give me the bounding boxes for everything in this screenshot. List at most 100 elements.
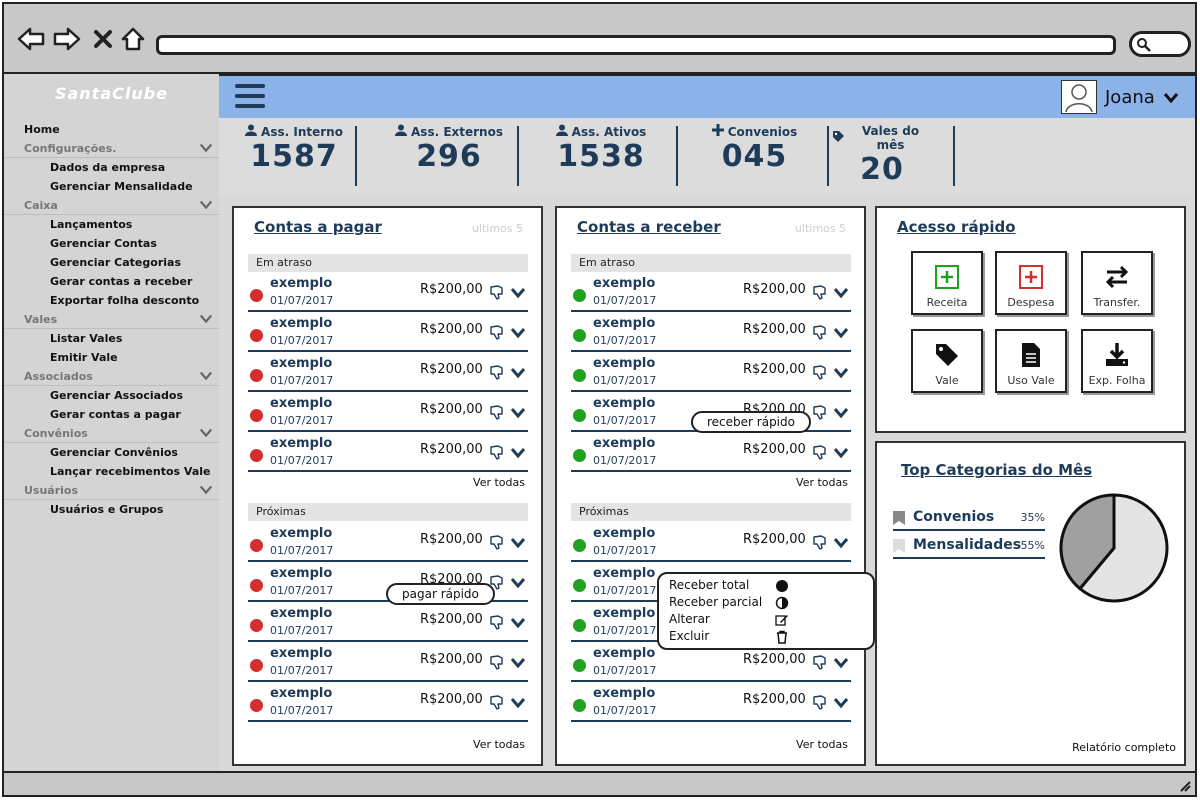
- item-name[interactable]: exemplo: [270, 436, 332, 451]
- chevron-down-icon[interactable]: [199, 426, 213, 440]
- thumbs-down-icon[interactable]: [811, 444, 827, 460]
- sidebar-item[interactable]: Emitir Vale: [4, 348, 219, 367]
- chevron-down-icon[interactable]: [833, 446, 849, 460]
- item-name[interactable]: exemplo: [593, 356, 655, 371]
- sidebar-item[interactable]: Lançar recebimentos Vale: [4, 462, 219, 481]
- avatar[interactable]: [1061, 80, 1097, 114]
- thumbs-down-icon[interactable]: [488, 654, 504, 670]
- list-item[interactable]: exemplo 01/07/2017 R$200,00: [248, 684, 528, 722]
- quick-access-button[interactable]: Exp. Folha: [1081, 329, 1153, 393]
- menu-item[interactable]: Receber parcial: [669, 595, 762, 609]
- thumbs-down-icon[interactable]: [811, 324, 827, 340]
- item-name[interactable]: exemplo: [593, 566, 655, 581]
- list-item[interactable]: exemplo 01/07/2017 R$200,00: [248, 524, 528, 562]
- menu-item[interactable]: Alterar: [669, 612, 710, 626]
- sidebar-item[interactable]: Gerenciar Categorias: [4, 253, 219, 272]
- resize-grip-icon[interactable]: [1177, 778, 1191, 792]
- chevron-down-icon[interactable]: [833, 366, 849, 380]
- quick-access-button[interactable]: Vale: [911, 329, 983, 393]
- thumbs-down-icon[interactable]: [488, 364, 504, 380]
- item-name[interactable]: exemplo: [270, 526, 332, 541]
- chevron-down-icon[interactable]: [1163, 91, 1179, 105]
- sidebar-item[interactable]: Gerenciar Associados: [4, 386, 219, 405]
- thumbs-down-icon[interactable]: [811, 694, 827, 710]
- thumbs-down-icon[interactable]: [811, 534, 827, 550]
- chevron-down-icon[interactable]: [833, 326, 849, 340]
- quick-access-button[interactable]: Receita: [911, 251, 983, 315]
- list-item[interactable]: exemplo 01/07/2017 R$200,00: [571, 314, 851, 352]
- sidebar-item[interactable]: Listar Vales: [4, 329, 219, 348]
- list-item[interactable]: exemplo 01/07/2017 R$200,00: [571, 684, 851, 722]
- forward-icon[interactable]: [52, 24, 82, 54]
- item-name[interactable]: exemplo: [593, 686, 655, 701]
- thumbs-down-icon[interactable]: [811, 654, 827, 670]
- list-item[interactable]: exemplo 01/07/2017 R$200,00: [248, 604, 528, 642]
- sidebar-item[interactable]: Usuários e Grupos: [4, 500, 219, 519]
- thumbs-down-icon[interactable]: [488, 324, 504, 340]
- thumbs-down-icon[interactable]: [488, 284, 504, 300]
- see-all-link[interactable]: Ver todas: [796, 476, 848, 489]
- chevron-down-icon[interactable]: [510, 446, 526, 460]
- sidebar-item[interactable]: Gerar contas a pagar: [4, 405, 219, 424]
- item-name[interactable]: exemplo: [270, 606, 332, 621]
- item-name[interactable]: exemplo: [270, 566, 332, 581]
- list-item[interactable]: exemplo 01/07/2017 R$200,00: [571, 354, 851, 392]
- sidebar-item[interactable]: Gerenciar Mensalidade: [4, 177, 219, 196]
- panel-title[interactable]: Contas a receber: [577, 218, 721, 236]
- thumbs-down-icon[interactable]: [488, 534, 504, 550]
- item-name[interactable]: exemplo: [593, 646, 655, 661]
- list-item[interactable]: exemplo 01/07/2017 R$200,00: [248, 354, 528, 392]
- item-name[interactable]: exemplo: [270, 396, 332, 411]
- list-item[interactable]: exemplo 01/07/2017 R$200,00: [248, 314, 528, 352]
- item-name[interactable]: exemplo: [593, 526, 655, 541]
- thumbs-down-icon[interactable]: [488, 404, 504, 420]
- sidebar-item[interactable]: Gerenciar Contas: [4, 234, 219, 253]
- thumbs-down-icon[interactable]: [811, 364, 827, 380]
- home-icon[interactable]: [118, 24, 148, 54]
- quick-access-button[interactable]: Uso Vale: [995, 329, 1067, 393]
- list-item[interactable]: exemplo 01/07/2017 R$200,00: [571, 524, 851, 562]
- menu-item[interactable]: Excluir: [669, 629, 709, 643]
- thumbs-down-icon[interactable]: [811, 284, 827, 300]
- sidebar-item[interactable]: Exportar folha desconto: [4, 291, 219, 310]
- list-item[interactable]: exemplo 01/07/2017 R$200,00: [248, 274, 528, 312]
- see-all-link[interactable]: Ver todas: [473, 476, 525, 489]
- see-all-link[interactable]: Ver todas: [796, 738, 848, 751]
- thumbs-down-icon[interactable]: [488, 694, 504, 710]
- browser-search[interactable]: [1129, 31, 1191, 57]
- item-name[interactable]: exemplo: [270, 646, 332, 661]
- chevron-down-icon[interactable]: [833, 656, 849, 670]
- menu-item[interactable]: Receber total: [669, 578, 749, 592]
- hamburger-menu-icon[interactable]: [235, 84, 265, 110]
- chevron-down-icon[interactable]: [510, 656, 526, 670]
- chevron-down-icon[interactable]: [510, 286, 526, 300]
- item-name[interactable]: exemplo: [593, 606, 655, 621]
- chevron-down-icon[interactable]: [833, 696, 849, 710]
- sidebar-item[interactable]: Usuários: [4, 481, 219, 500]
- sidebar-item[interactable]: Configurações.: [4, 139, 219, 158]
- chevron-down-icon[interactable]: [199, 198, 213, 212]
- back-icon[interactable]: [16, 24, 46, 54]
- sidebar-item[interactable]: Associados: [4, 367, 219, 386]
- chevron-down-icon[interactable]: [510, 406, 526, 420]
- sidebar-item[interactable]: Lançamentos: [4, 215, 219, 234]
- chevron-down-icon[interactable]: [510, 536, 526, 550]
- chevron-down-icon[interactable]: [199, 369, 213, 383]
- thumbs-down-icon[interactable]: [811, 404, 827, 420]
- user-name[interactable]: Joana: [1105, 87, 1155, 108]
- item-name[interactable]: exemplo: [270, 316, 332, 331]
- close-icon[interactable]: [88, 24, 118, 54]
- list-item[interactable]: exemplo 01/07/2017 R$200,00: [571, 274, 851, 312]
- chevron-down-icon[interactable]: [833, 406, 849, 420]
- item-name[interactable]: exemplo: [270, 276, 332, 291]
- item-name[interactable]: exemplo: [593, 316, 655, 331]
- chevron-down-icon[interactable]: [510, 576, 526, 590]
- sidebar-item[interactable]: Vales: [4, 310, 219, 329]
- list-item[interactable]: exemplo 01/07/2017 R$200,00: [248, 644, 528, 682]
- sidebar-item[interactable]: Gerenciar Convênios: [4, 443, 219, 462]
- list-item[interactable]: exemplo 01/07/2017 R$200,00: [248, 394, 528, 432]
- chevron-down-icon[interactable]: [510, 366, 526, 380]
- chevron-down-icon[interactable]: [510, 696, 526, 710]
- list-item[interactable]: exemplo 01/07/2017 R$200,00: [248, 434, 528, 472]
- chevron-down-icon[interactable]: [833, 536, 849, 550]
